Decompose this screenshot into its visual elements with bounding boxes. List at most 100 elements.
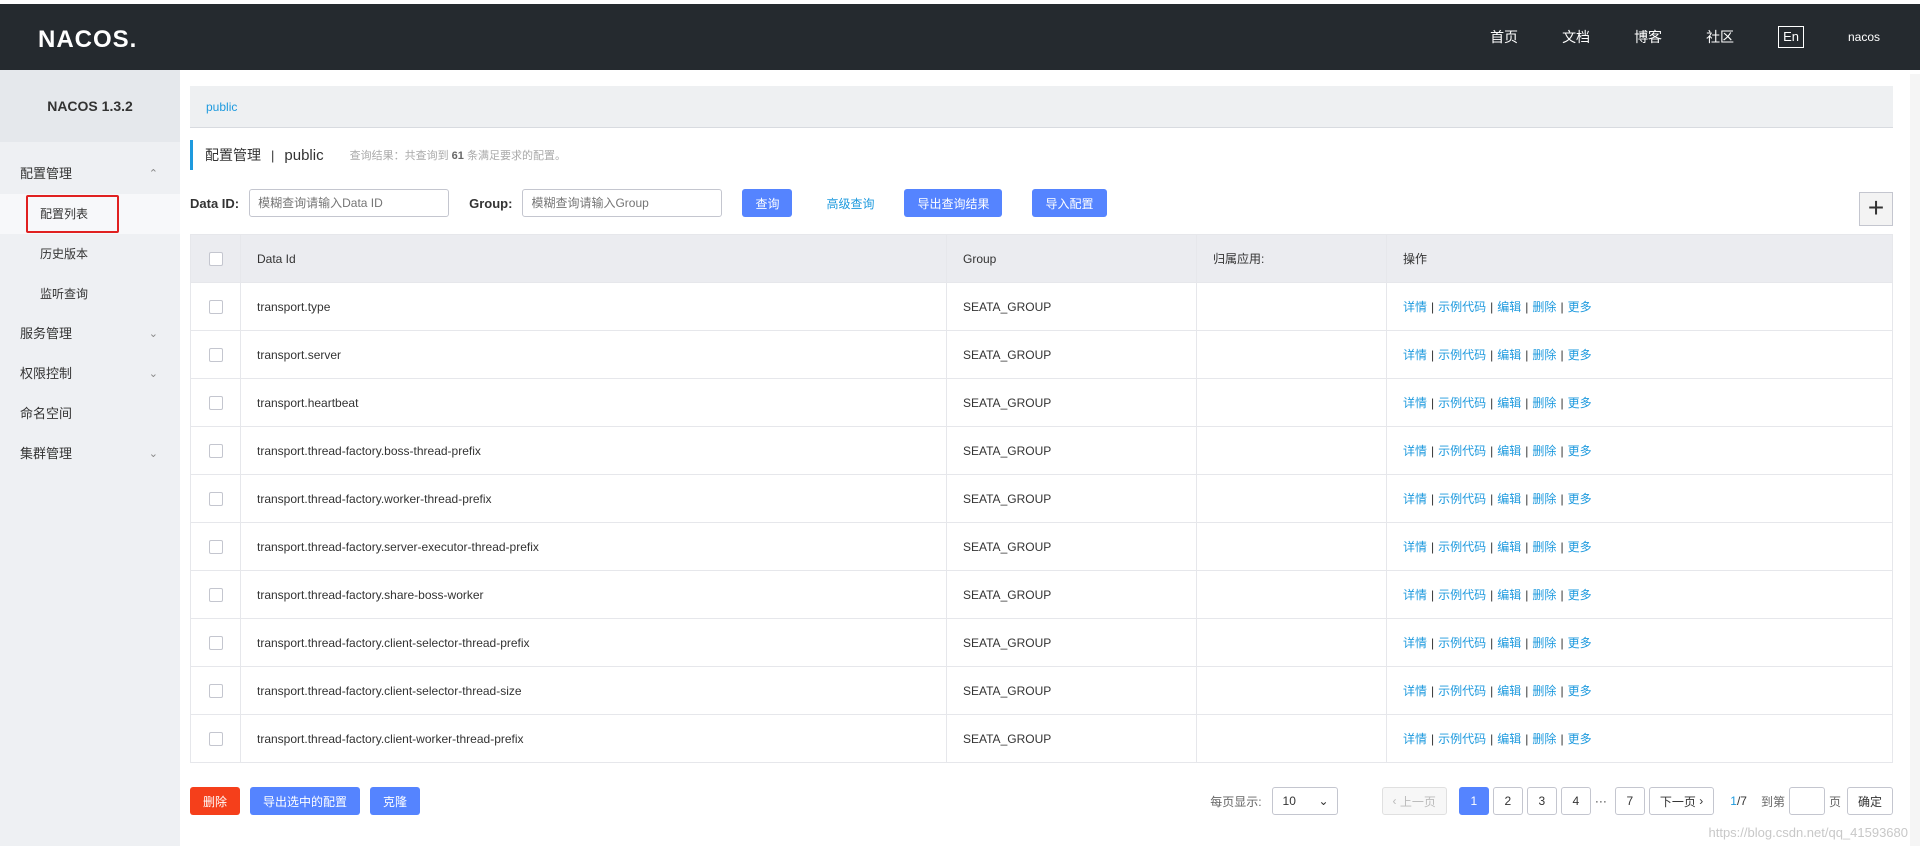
delete-link[interactable]: 删除 <box>1532 396 1556 410</box>
detail-link[interactable]: 详情 <box>1403 588 1427 602</box>
row-checkbox[interactable] <box>208 683 223 698</box>
more-link[interactable]: 更多 <box>1568 636 1592 650</box>
delete-link[interactable]: 删除 <box>1532 444 1556 458</box>
row-checkbox[interactable] <box>208 587 223 602</box>
namespace-tab[interactable]: public <box>190 86 1893 128</box>
delete-link[interactable]: 删除 <box>1532 636 1556 650</box>
sidebar-group-namespace[interactable]: 命名空间 <box>0 394 180 434</box>
page-size-select[interactable]: 10 ⌄ <box>1271 787 1338 815</box>
nav-community[interactable]: 社区 <box>1706 27 1734 47</box>
sidebar-item-history[interactable]: 历史版本 <box>0 234 180 274</box>
more-link[interactable]: 更多 <box>1568 444 1592 458</box>
row-checkbox[interactable] <box>208 635 223 650</box>
sidebar-group-service[interactable]: 服务管理 ⌄ <box>0 314 180 354</box>
row-checkbox[interactable] <box>208 347 223 362</box>
delete-link[interactable]: 删除 <box>1532 684 1556 698</box>
nav-docs[interactable]: 文档 <box>1562 27 1590 47</box>
edit-link[interactable]: 编辑 <box>1497 396 1521 410</box>
sample-code-link[interactable]: 示例代码 <box>1438 540 1486 554</box>
row-checkbox[interactable] <box>208 395 223 410</box>
edit-link[interactable]: 编辑 <box>1497 636 1521 650</box>
row-checkbox[interactable] <box>208 731 223 746</box>
nav-home[interactable]: 首页 <box>1490 27 1518 47</box>
dataid-input[interactable] <box>249 189 450 217</box>
select-all-checkbox[interactable] <box>208 251 223 266</box>
add-config-button[interactable]: + <box>1859 192 1893 226</box>
sample-code-link[interactable]: 示例代码 <box>1438 300 1486 314</box>
sidebar-group-config[interactable]: 配置管理 ⌃ <box>0 154 180 194</box>
sample-code-link[interactable]: 示例代码 <box>1438 348 1486 362</box>
more-link[interactable]: 更多 <box>1568 492 1592 506</box>
import-config-button[interactable]: 导入配置 <box>1032 189 1107 217</box>
export-results-button[interactable]: 导出查询结果 <box>904 189 1003 217</box>
delete-button[interactable]: 删除 <box>190 787 240 815</box>
sample-code-link[interactable]: 示例代码 <box>1438 444 1486 458</box>
query-button[interactable]: 查询 <box>742 189 793 217</box>
nav-blog[interactable]: 博客 <box>1634 27 1662 47</box>
advanced-query-link[interactable]: 高级查询 <box>826 195 874 212</box>
more-link[interactable]: 更多 <box>1568 732 1592 746</box>
sample-code-link[interactable]: 示例代码 <box>1438 588 1486 602</box>
row-checkbox[interactable] <box>208 491 223 506</box>
edit-link[interactable]: 编辑 <box>1497 588 1521 602</box>
goto-confirm-button[interactable]: 确定 <box>1846 787 1893 815</box>
sidebar-item-listener[interactable]: 监听查询 <box>0 274 180 314</box>
more-link[interactable]: 更多 <box>1568 348 1592 362</box>
more-link[interactable]: 更多 <box>1568 300 1592 314</box>
delete-link[interactable]: 删除 <box>1532 732 1556 746</box>
edit-link[interactable]: 编辑 <box>1497 348 1521 362</box>
goto-page-input[interactable] <box>1788 787 1825 815</box>
delete-link[interactable]: 删除 <box>1532 300 1556 314</box>
more-link[interactable]: 更多 <box>1568 396 1592 410</box>
edit-link[interactable]: 编辑 <box>1497 684 1521 698</box>
sidebar-group-label: 集群管理 <box>20 446 73 461</box>
edit-link[interactable]: 编辑 <box>1497 444 1521 458</box>
sample-code-link[interactable]: 示例代码 <box>1438 492 1486 506</box>
edit-link[interactable]: 编辑 <box>1497 492 1521 506</box>
row-checkbox[interactable] <box>208 539 223 554</box>
row-checkbox[interactable] <box>208 443 223 458</box>
detail-link[interactable]: 详情 <box>1403 684 1427 698</box>
detail-link[interactable]: 详情 <box>1403 540 1427 554</box>
page-7[interactable]: 7 <box>1614 787 1645 815</box>
page-3[interactable]: 3 <box>1526 787 1557 815</box>
next-page-button[interactable]: 下一页 › <box>1648 787 1715 815</box>
sample-code-link[interactable]: 示例代码 <box>1438 732 1486 746</box>
detail-link[interactable]: 详情 <box>1403 396 1427 410</box>
delete-link[interactable]: 删除 <box>1532 588 1556 602</box>
clone-button[interactable]: 克隆 <box>370 787 420 815</box>
cell-app <box>1196 618 1387 667</box>
language-toggle[interactable]: En <box>1778 26 1804 48</box>
row-checkbox[interactable] <box>208 299 223 314</box>
page-4[interactable]: 4 <box>1560 787 1591 815</box>
prev-page-button[interactable]: ‹ 上一页 <box>1381 787 1447 815</box>
sample-code-link[interactable]: 示例代码 <box>1438 684 1486 698</box>
sidebar-group-cluster[interactable]: 集群管理 ⌄ <box>0 434 180 474</box>
detail-link[interactable]: 详情 <box>1403 492 1427 506</box>
sidebar-item-config-list[interactable]: 配置列表 <box>0 194 180 234</box>
delete-link[interactable]: 删除 <box>1532 540 1556 554</box>
nacos-logo[interactable]: NACOS. <box>38 26 137 54</box>
sample-code-link[interactable]: 示例代码 <box>1438 396 1486 410</box>
detail-link[interactable]: 详情 <box>1403 300 1427 314</box>
delete-link[interactable]: 删除 <box>1532 348 1556 362</box>
detail-link[interactable]: 详情 <box>1403 636 1427 650</box>
delete-link[interactable]: 删除 <box>1532 492 1556 506</box>
detail-link[interactable]: 详情 <box>1403 732 1427 746</box>
edit-link[interactable]: 编辑 <box>1497 732 1521 746</box>
more-link[interactable]: 更多 <box>1568 684 1592 698</box>
sidebar-group-auth[interactable]: 权限控制 ⌄ <box>0 354 180 394</box>
group-input[interactable] <box>522 189 723 217</box>
export-selected-button[interactable]: 导出选中的配置 <box>250 787 361 815</box>
user-menu[interactable]: nacos <box>1848 30 1880 44</box>
sample-code-link[interactable]: 示例代码 <box>1438 636 1486 650</box>
edit-link[interactable]: 编辑 <box>1497 540 1521 554</box>
more-link[interactable]: 更多 <box>1568 588 1592 602</box>
page-1[interactable]: 1 <box>1458 787 1489 815</box>
detail-link[interactable]: 详情 <box>1403 444 1427 458</box>
page-2[interactable]: 2 <box>1492 787 1523 815</box>
detail-link[interactable]: 详情 <box>1403 348 1427 362</box>
page-scrollbar[interactable] <box>1910 74 1920 846</box>
edit-link[interactable]: 编辑 <box>1497 300 1521 314</box>
more-link[interactable]: 更多 <box>1568 540 1592 554</box>
